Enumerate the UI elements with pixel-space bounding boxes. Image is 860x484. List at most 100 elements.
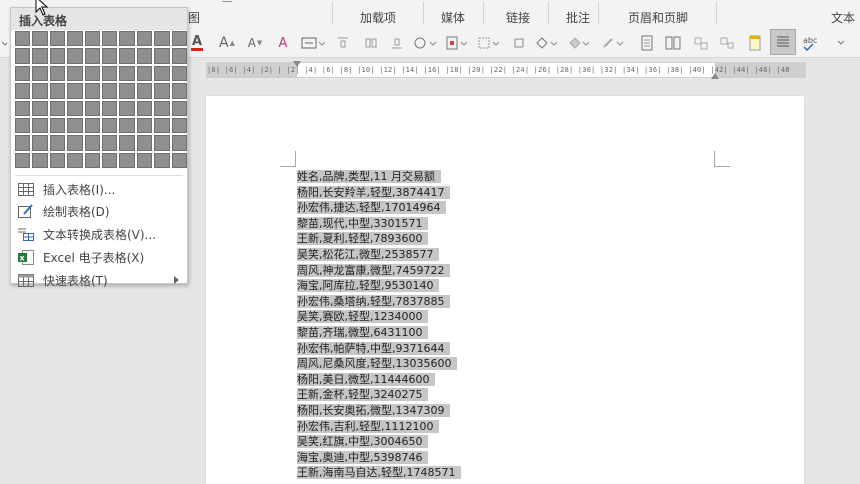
shape-button[interactable] — [532, 33, 562, 53]
text-line[interactable]: 海宝,奥迪,中型,5398746 — [297, 450, 461, 466]
table-grid-cell[interactable] — [84, 83, 100, 99]
table-grid-cell[interactable] — [101, 100, 118, 116]
table-grid-cell[interactable] — [136, 100, 153, 116]
text-line[interactable]: 孙宏伟,帕萨特,中型,9371644 — [297, 341, 461, 357]
table-grid-cell[interactable] — [84, 152, 100, 169]
table-grid-cell[interactable] — [154, 65, 170, 82]
text-line[interactable]: 姓名,品牌,类型,11 月交易额 — [297, 169, 461, 185]
table-grid-cell[interactable] — [67, 135, 83, 151]
table-grid-cell[interactable] — [32, 48, 48, 64]
font-color-button[interactable]: A — [186, 33, 208, 53]
shrink-font-button[interactable]: A ▼ — [244, 33, 266, 53]
table-grid-cell[interactable] — [49, 117, 66, 134]
table-grid-cell[interactable] — [171, 31, 187, 47]
table-grid-cell[interactable] — [49, 48, 66, 64]
right-indent-marker[interactable] — [711, 73, 719, 79]
table-grid-cell[interactable] — [119, 152, 135, 169]
table-grid-cell[interactable] — [136, 83, 153, 99]
columns-icon[interactable] — [662, 33, 684, 53]
table-grid-cell[interactable] — [49, 152, 66, 169]
table-grid-cell[interactable] — [101, 152, 118, 169]
text-line[interactable]: 黎苗,现代,中型,3301571 — [297, 216, 461, 232]
table-grid-cell[interactable] — [67, 31, 83, 47]
text-line[interactable]: 吴笑,松花江,微型,2538577 — [297, 247, 461, 263]
text-line[interactable]: 周风,神龙富康,微型,7459722 — [297, 263, 461, 279]
table-grid-cell[interactable] — [15, 31, 31, 47]
table-grid-cell[interactable] — [32, 152, 48, 169]
table-grid-cell[interactable] — [171, 117, 187, 134]
table-grid-cell[interactable] — [154, 135, 170, 151]
table-grid-cell[interactable] — [84, 135, 100, 151]
table-grid-cell[interactable] — [154, 152, 170, 169]
table-grid-cell[interactable] — [154, 31, 170, 47]
text-to-table-menu-item[interactable]: 文本转换成表格(V)... — [11, 223, 187, 245]
table-grid-cell[interactable] — [84, 100, 100, 116]
table-grid-cell[interactable] — [136, 31, 153, 47]
table-grid-cell[interactable] — [154, 48, 170, 64]
table-grid-cell[interactable] — [119, 135, 135, 151]
table-grid-cell[interactable] — [171, 152, 187, 169]
table-grid-cell[interactable] — [136, 48, 153, 64]
table-grid-cell[interactable] — [154, 117, 170, 134]
text-line[interactable]: 王新,金杯,轻型,3240275 — [297, 387, 461, 403]
shape-fill-button[interactable] — [566, 33, 594, 53]
align-top-icon[interactable] — [332, 33, 354, 53]
table-grid-cell[interactable] — [84, 117, 100, 134]
ungroup-icon[interactable] — [716, 33, 738, 53]
table-grid-cell[interactable] — [32, 65, 48, 82]
table-grid-cell[interactable] — [49, 135, 66, 151]
page-icon[interactable] — [636, 33, 658, 53]
table-grid-cell[interactable] — [67, 48, 83, 64]
text-line[interactable]: 孙宏伟,捷达,轻型,17014964 — [297, 200, 461, 216]
clear-formatting-icon[interactable]: A — [272, 33, 294, 53]
table-grid-cell[interactable] — [119, 100, 135, 116]
table-grid-cell[interactable] — [119, 117, 135, 134]
table-grid-cell[interactable] — [171, 48, 187, 64]
table-grid-cell[interactable] — [49, 100, 66, 116]
table-grid-cell[interactable] — [15, 48, 31, 64]
table-grid-cell[interactable] — [15, 100, 31, 116]
table-size-grid[interactable] — [15, 31, 187, 169]
text-line[interactable]: 王新,海南马自达,轻型,1748571 — [297, 465, 462, 481]
table-grid-cell[interactable] — [171, 100, 187, 116]
table-grid-cell[interactable] — [119, 83, 135, 99]
table-grid-cell[interactable] — [154, 83, 170, 99]
wrap-text-button[interactable] — [410, 33, 440, 53]
spelling-icon[interactable]: abc — [800, 33, 822, 53]
first-line-indent-marker[interactable] — [293, 61, 301, 67]
text-line[interactable]: 吴笑,赛欧,轻型,1234000 — [297, 309, 461, 325]
table-grid-cell[interactable] — [67, 100, 83, 116]
table-grid-cell[interactable] — [49, 65, 66, 82]
table-grid-cell[interactable] — [101, 117, 118, 134]
table-grid-cell[interactable] — [136, 117, 153, 134]
table-grid-cell[interactable] — [171, 135, 187, 151]
excel-spreadsheet-menu-item[interactable]: x Excel 电子表格(X) — [11, 246, 187, 268]
table-grid-cell[interactable] — [49, 31, 66, 47]
crop-button[interactable] — [476, 33, 504, 53]
table-grid-cell[interactable] — [84, 31, 100, 47]
document-body[interactable]: 姓名,品牌,类型,11 月交易额 杨阳,长安羚羊,轻型,3874417 孙宏伟,… — [297, 169, 462, 481]
table-grid-cell[interactable] — [101, 135, 118, 151]
table-grid-cell[interactable] — [67, 83, 83, 99]
text-line[interactable]: 周风,尼桑风度,轻型,13035600 — [297, 356, 461, 372]
text-box-button[interactable] — [298, 33, 328, 53]
text-line[interactable]: 吴笑,红旗,中型,3004650 — [297, 434, 461, 450]
table-grid-cell[interactable] — [101, 65, 118, 82]
text-line[interactable]: 海宝,阿库拉,轻型,9530140 — [297, 278, 461, 294]
position-button[interactable] — [444, 33, 472, 53]
table-grid-cell[interactable] — [67, 152, 83, 169]
table-grid-cell[interactable] — [84, 48, 100, 64]
shape-outline-button[interactable] — [600, 33, 628, 53]
text-line[interactable]: 王新,夏利,轻型,7893600 — [297, 231, 461, 247]
table-grid-cell[interactable] — [136, 152, 153, 169]
text-line[interactable]: 杨阳,长安羚羊,轻型,3874417 — [297, 185, 461, 201]
align-bottom-icon[interactable] — [386, 33, 408, 53]
grow-font-button[interactable]: A ▲ — [216, 33, 238, 53]
table-grid-cell[interactable] — [101, 83, 118, 99]
text-line[interactable]: 杨阳,美日,微型,11444600 — [297, 372, 461, 388]
table-grid-cell[interactable] — [32, 117, 48, 134]
quick-tables-menu-item[interactable]: 快速表格(T) — [11, 269, 187, 291]
horizontal-ruler[interactable]: |8| |6| |4| |2| | |2| |4| |6| |8| |10| |… — [206, 61, 806, 79]
table-grid-cell[interactable] — [15, 65, 31, 82]
text-line[interactable]: 黎苗,齐瑞,微型,6431100 — [297, 325, 461, 341]
